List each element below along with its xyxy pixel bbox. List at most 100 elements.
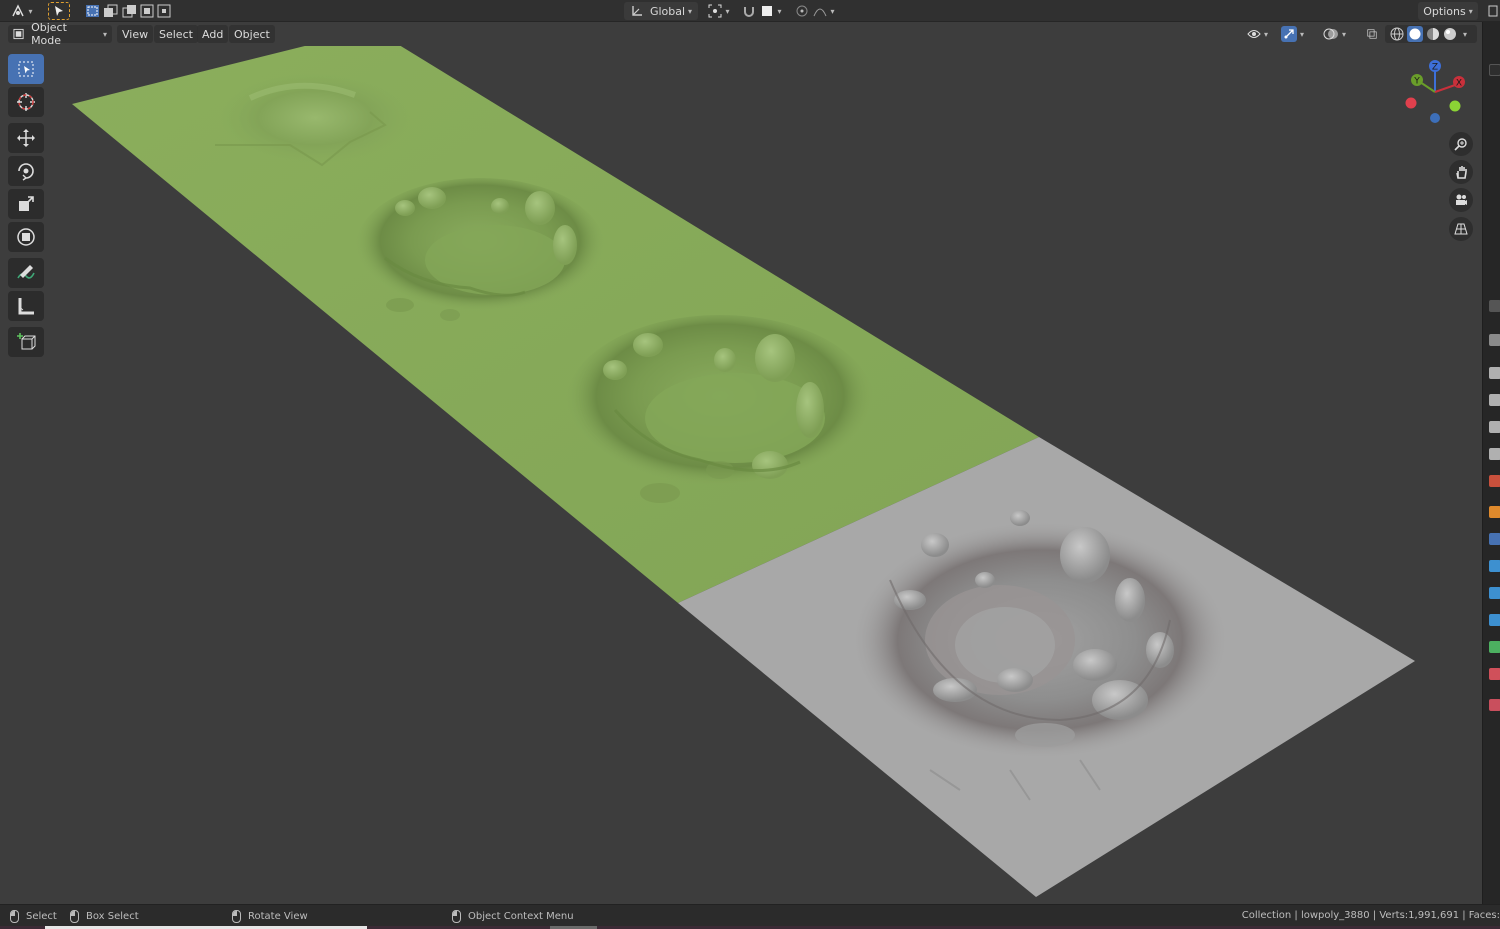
shading-mode-group: ▾ <box>1385 25 1477 43</box>
navigation-gizmo[interactable]: Z Y X <box>1400 60 1472 126</box>
scene-render <box>72 46 1415 897</box>
mouse-right-icon <box>452 910 461 923</box>
gizmo-x-label: X <box>1456 79 1462 89</box>
sidebar-toggle[interactable] <box>1486 2 1500 20</box>
extend-selection-icon[interactable] <box>104 4 118 17</box>
snap-increment-icon <box>762 6 773 16</box>
world-tab-icon[interactable] <box>1489 475 1500 487</box>
data-tab-icon[interactable] <box>1489 641 1500 653</box>
add-menu[interactable]: Add <box>197 25 229 43</box>
physics-tab-icon[interactable] <box>1489 587 1500 599</box>
select-mode-button[interactable] <box>48 2 70 20</box>
hand-icon <box>1456 166 1467 179</box>
measure-tool[interactable] <box>8 291 44 321</box>
viewport-header: Object Mode ▾ View Select Add Object ▾ ▾… <box>0 21 1482 47</box>
tool-shelf <box>8 54 46 360</box>
camera-icon <box>1456 194 1467 205</box>
cursor-arrow-icon <box>55 6 63 16</box>
pan-button[interactable] <box>1449 160 1473 184</box>
overlays-icon <box>1323 28 1338 40</box>
add-cube-icon <box>17 333 36 350</box>
render-tab-icon[interactable] <box>1489 367 1500 379</box>
select-box-tool[interactable] <box>8 54 44 84</box>
falloff-curve-icon <box>814 8 827 17</box>
cursor-tool[interactable] <box>8 87 44 117</box>
particles-tab-icon[interactable] <box>1489 560 1500 572</box>
options-dropdown[interactable]: Options ▾ <box>1418 2 1478 20</box>
object-mode-icon <box>13 28 24 40</box>
status-context-hint: Object Context Menu <box>452 910 574 923</box>
scale-tool[interactable] <box>8 189 44 219</box>
selection-mode-group <box>82 2 172 20</box>
status-select-label: Select <box>26 911 57 922</box>
mode-dropdown[interactable]: Object Mode ▾ <box>8 21 112 47</box>
mouse-drag-icon <box>70 910 79 923</box>
tool-tab-icon[interactable] <box>1489 300 1500 312</box>
orientation-axes-icon <box>632 6 642 16</box>
output-tab-icon[interactable] <box>1489 394 1500 406</box>
gizmo-y-label: Y <box>1413 77 1420 87</box>
solid-shading-icon[interactable] <box>1409 28 1421 40</box>
texture-tab-icon[interactable] <box>1489 699 1500 711</box>
3d-viewport[interactable]: Z Y X <box>0 46 1482 904</box>
constraints-tab-icon[interactable] <box>1489 614 1500 626</box>
gizmo-icon <box>1284 29 1294 39</box>
3d-cursor-icon <box>17 93 35 111</box>
wrench-tool-icon[interactable] <box>1489 334 1500 346</box>
annotate-tool[interactable] <box>8 258 44 288</box>
gizmo-z-label: Z <box>1432 63 1438 73</box>
select-menu[interactable]: Select <box>154 25 198 43</box>
options-label: Options <box>1423 4 1466 18</box>
add-cube-tool[interactable] <box>8 327 44 357</box>
move-icon <box>17 129 35 147</box>
transform-icon <box>17 228 35 246</box>
overlays-toggle[interactable]: ▾ <box>1318 25 1358 43</box>
material-tab-icon[interactable] <box>1489 668 1500 680</box>
invert-selection-icon[interactable] <box>140 4 154 18</box>
zoom-button[interactable] <box>1449 132 1473 156</box>
proportional-edit-icon <box>796 5 808 17</box>
rendered-shading-icon[interactable] <box>1443 27 1457 41</box>
object-menu[interactable]: Object <box>229 25 275 43</box>
orientation-label: Global <box>649 4 686 18</box>
status-rotate-hint: Rotate View <box>232 910 308 923</box>
scale-icon <box>19 196 34 211</box>
view-menu[interactable]: View <box>117 25 154 43</box>
status-select-hint: Select <box>10 910 57 923</box>
mouse-left-icon <box>10 910 19 923</box>
grid-perspective-icon <box>1454 223 1468 235</box>
subtract-selection-icon[interactable] <box>122 5 136 18</box>
mode-label: Object Mode <box>31 21 67 47</box>
collapse-arrow-icon[interactable] <box>1489 64 1500 76</box>
scene-tab-icon[interactable] <box>1489 448 1500 460</box>
select-box-icon <box>18 61 34 77</box>
proportional-editing-group[interactable]: ▾ <box>792 2 838 20</box>
perspective-toggle-button[interactable] <box>1449 217 1473 241</box>
material-preview-icon[interactable] <box>1426 27 1440 41</box>
transform-tool[interactable] <box>8 222 44 252</box>
editor-type-button[interactable]: ▾ <box>6 2 38 20</box>
snapping-group[interactable]: ▾ <box>738 2 786 20</box>
transform-orientation-dropdown[interactable]: Global ▾ <box>624 2 698 20</box>
ruler-icon <box>18 298 34 315</box>
wireframe-shading-icon[interactable] <box>1390 27 1404 41</box>
visibility-dropdown[interactable]: ▾ <box>1242 25 1274 43</box>
status-rotate-label: Rotate View <box>248 911 308 922</box>
move-tool[interactable] <box>8 123 44 153</box>
modifier-tab-icon[interactable] <box>1489 533 1500 545</box>
status-box-select-label: Box Select <box>86 911 139 922</box>
object-tab-icon[interactable] <box>1489 506 1500 518</box>
status-box-select-hint: Box Select <box>70 910 139 923</box>
panel-icon <box>1488 5 1498 17</box>
pivot-point-dropdown[interactable]: ▾ <box>704 2 734 20</box>
intersect-selection-icon[interactable] <box>157 4 171 18</box>
rotate-tool[interactable] <box>8 156 44 186</box>
pivot-icon <box>708 4 722 18</box>
new-selection-icon[interactable] <box>86 5 99 17</box>
gizmo-toggle[interactable]: ▾ <box>1276 25 1314 43</box>
view-layer-tab-icon[interactable] <box>1489 421 1500 433</box>
xray-icon <box>1367 29 1377 39</box>
camera-view-button[interactable] <box>1449 188 1473 212</box>
annotate-pencil-icon <box>17 265 35 279</box>
xray-toggle[interactable] <box>1362 25 1382 43</box>
